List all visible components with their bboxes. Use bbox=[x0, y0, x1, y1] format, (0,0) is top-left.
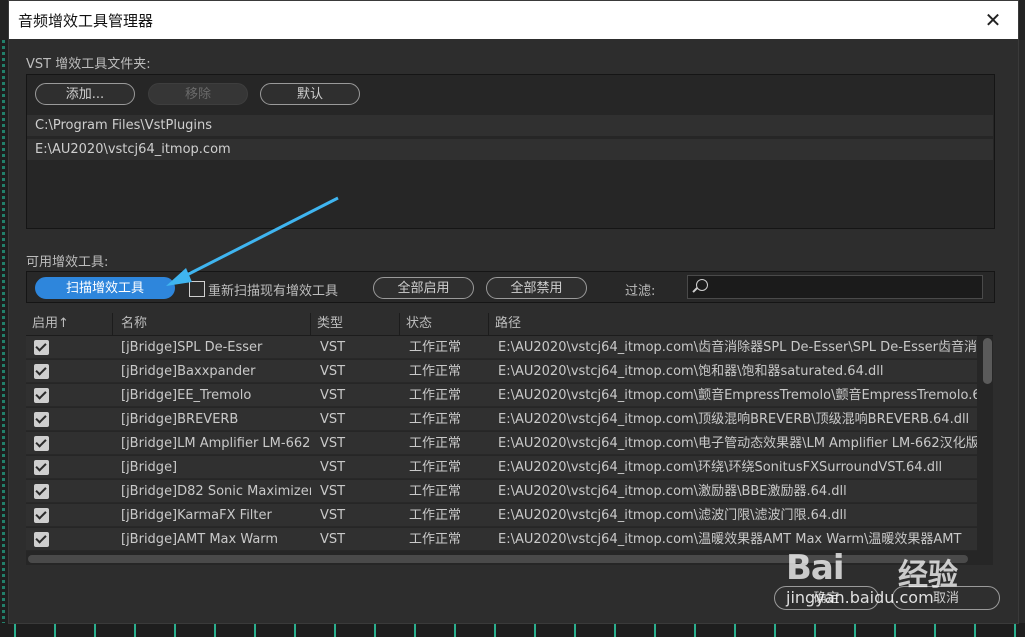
checkbox-checked-icon[interactable] bbox=[34, 364, 49, 379]
plugin-status: 工作正常 bbox=[409, 388, 462, 403]
folder-list-item[interactable]: E:\AU2020\vstcj64_itmop.com bbox=[27, 139, 993, 161]
column-enabled-label: 启用 bbox=[32, 316, 59, 331]
background-app-strip-left bbox=[0, 40, 8, 637]
table-header: 启用↑ 名称 类型 状态 路径 bbox=[26, 313, 993, 336]
plugin-type: VST bbox=[320, 532, 346, 547]
plugin-type: VST bbox=[320, 484, 346, 499]
filter-label: 过滤: bbox=[625, 284, 656, 299]
background-app-strip-bottom bbox=[0, 623, 1025, 637]
filter-input[interactable] bbox=[687, 275, 983, 299]
plugin-type: VST bbox=[320, 460, 346, 475]
plugin-status: 工作正常 bbox=[409, 412, 462, 427]
checkbox-checked-icon[interactable] bbox=[34, 388, 49, 403]
plugin-path: E:\AU2020\vstcj64_itmop.com\激励器\BBE激励器.6… bbox=[498, 484, 847, 499]
plugin-type: VST bbox=[320, 412, 346, 427]
plugin-type: VST bbox=[320, 364, 346, 379]
plugin-name: [jBridge]SPL De-Esser bbox=[121, 340, 263, 355]
checkbox-checked-icon[interactable] bbox=[34, 436, 49, 451]
plugin-path: E:\AU2020\vstcj64_itmop.com\顶级混响BREVERB\… bbox=[498, 412, 970, 427]
add-folder-button[interactable]: 添加... bbox=[35, 83, 135, 105]
available-plugins-label: 可用增效工具: bbox=[26, 255, 109, 270]
plugin-path: E:\AU2020\vstcj64_itmop.com\滤波门限\滤波门限.64… bbox=[498, 508, 847, 523]
checkbox-checked-icon[interactable] bbox=[34, 532, 49, 547]
plugin-path: E:\AU2020\vstcj64_itmop.com\颤音EmpressTre… bbox=[498, 388, 977, 403]
default-folders-button[interactable]: 默认 bbox=[260, 83, 360, 105]
rescan-existing-checkbox[interactable] bbox=[189, 281, 205, 297]
plugin-status: 工作正常 bbox=[409, 364, 462, 379]
plugin-type: VST bbox=[320, 436, 346, 451]
plugin-path: E:\AU2020\vstcj64_itmop.com\温暖效果器AMT Max… bbox=[498, 532, 962, 547]
plugin-path: E:\AU2020\vstcj64_itmop.com\电子管动态效果器\LM … bbox=[498, 436, 977, 451]
checkbox-checked-icon[interactable] bbox=[34, 412, 49, 427]
plugins-table: 启用↑ 名称 类型 状态 路径 [jBridge]SPL De-Esser VST… bbox=[26, 313, 993, 565]
vertical-scrollbar-thumb[interactable] bbox=[983, 338, 992, 384]
table-row[interactable]: [jBridge]KarmaFX Filter VST 工作正常 E:\AU2020\… bbox=[26, 504, 977, 527]
checkbox-checked-icon[interactable] bbox=[34, 484, 49, 499]
table-row[interactable]: [jBridge]EE_Tremolo VST 工作正常 E:\AU2020\vstc… bbox=[26, 384, 977, 407]
table-row[interactable]: [jBridge]Baxxpander VST 工作正常 E:\AU2020\vstc… bbox=[26, 360, 977, 383]
checkbox-checked-icon[interactable] bbox=[34, 460, 49, 475]
plugin-name: [jBridge]Baxxpander bbox=[121, 364, 256, 379]
column-header-enabled[interactable]: 启用↑ bbox=[26, 313, 113, 335]
remove-folder-button[interactable]: 移除 bbox=[148, 83, 248, 105]
plugin-status: 工作正常 bbox=[409, 436, 462, 451]
sort-ascending-icon: ↑ bbox=[58, 316, 69, 331]
plugin-type: VST bbox=[320, 508, 346, 523]
plugin-status: 工作正常 bbox=[409, 460, 462, 475]
watermark-logo: Bai bbox=[786, 548, 845, 588]
table-row[interactable]: [jBridge]LM Amplifier LM-662 VST 工作正常 E:\AU… bbox=[26, 432, 977, 455]
plugin-status: 工作正常 bbox=[409, 340, 462, 355]
plugin-type: VST bbox=[320, 340, 346, 355]
plugin-path: E:\AU2020\vstcj64_itmop.com\饱和器\饱和器satur… bbox=[498, 364, 884, 379]
plugin-name: [jBridge]D82 Sonic Maximizer bbox=[121, 484, 311, 499]
column-header-path[interactable]: 路径 bbox=[489, 313, 993, 335]
disable-all-button[interactable]: 全部禁用 bbox=[486, 277, 587, 299]
table-row[interactable]: [jBridge]SPL De-Esser VST 工作正常 E:\AU2020\vs… bbox=[26, 336, 977, 359]
plugin-name: [jBridge]BREVERB bbox=[121, 412, 239, 427]
plugin-status: 工作正常 bbox=[409, 532, 462, 547]
plugin-name: [jBridge]EE_Tremolo bbox=[121, 388, 252, 403]
plugin-status: 工作正常 bbox=[409, 508, 462, 523]
plugin-path: E:\AU2020\vstcj64_itmop.com\环绕\环绕Sonitus… bbox=[498, 460, 943, 475]
checkbox-checked-icon[interactable] bbox=[34, 340, 49, 355]
plugin-path: E:\AU2020\vstcj64_itmop.com\齿音消除器SPL De-… bbox=[498, 340, 977, 355]
table-row[interactable]: [jBridge]D82 Sonic Maximizer VST 工作正常 E:\AU… bbox=[26, 480, 977, 503]
column-header-status[interactable]: 状态 bbox=[400, 313, 489, 335]
plugin-name: [jBridge]KarmaFX Filter bbox=[121, 508, 272, 523]
plugin-name: [jBridge]LM Amplifier LM-662 bbox=[121, 436, 311, 451]
vertical-scrollbar[interactable] bbox=[981, 336, 993, 551]
scan-plugins-button[interactable]: 扫描增效工具 bbox=[35, 277, 175, 299]
vst-folders-label: VST 增效工具文件夹: bbox=[26, 57, 151, 72]
plugin-manager-dialog: 音频增效工具管理器 ✕ VST 增效工具文件夹: 添加... 移除 默认 C:\… bbox=[8, 0, 1019, 624]
close-icon[interactable]: ✕ bbox=[982, 8, 1004, 32]
dialog-title: 音频增效工具管理器 bbox=[18, 11, 154, 30]
plugin-status: 工作正常 bbox=[409, 484, 462, 499]
plugin-name: [jBridge]AMT Max Warm bbox=[121, 532, 279, 547]
table-body: [jBridge]SPL De-Esser VST 工作正常 E:\AU2020\vs… bbox=[26, 336, 977, 551]
column-header-type[interactable]: 类型 bbox=[311, 313, 400, 335]
plugin-type: VST bbox=[320, 388, 346, 403]
table-row[interactable]: [jBridge] VST 工作正常 E:\AU2020\vstcj64_itmop.… bbox=[26, 456, 977, 479]
folder-list-item[interactable]: C:\Program Files\VstPlugins bbox=[27, 115, 993, 137]
column-header-name[interactable]: 名称 bbox=[113, 313, 311, 335]
search-icon bbox=[696, 279, 708, 291]
rescan-existing-label: 重新扫描现有增效工具 bbox=[208, 284, 339, 299]
watermark-url: jingyan.baidu.com bbox=[786, 588, 934, 607]
plugin-name: [jBridge] bbox=[121, 460, 178, 475]
checkbox-checked-icon[interactable] bbox=[34, 508, 49, 523]
enable-all-button[interactable]: 全部启用 bbox=[373, 277, 474, 299]
title-bar: 音频增效工具管理器 ✕ bbox=[9, 1, 1018, 39]
table-row[interactable]: [jBridge]BREVERB VST 工作正常 E:\AU2020\vstcj64… bbox=[26, 408, 977, 431]
